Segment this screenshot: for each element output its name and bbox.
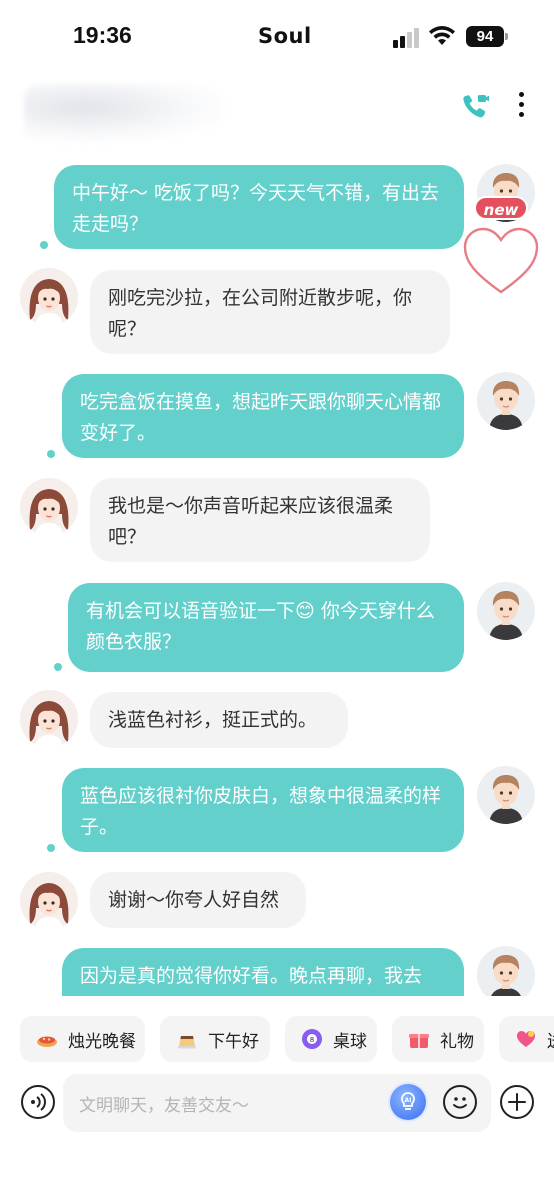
svg-text:AI: AI bbox=[405, 1097, 412, 1104]
status-time: 19:36 bbox=[73, 22, 132, 48]
chip-label: 送 bbox=[547, 1027, 554, 1052]
svg-text:8: 8 bbox=[310, 1036, 314, 1044]
chip-label: 桌球 bbox=[333, 1031, 367, 1052]
dinner-icon bbox=[36, 1028, 58, 1050]
contact-avatar[interactable] bbox=[20, 478, 78, 536]
message-input[interactable]: 文明聊天，友善交友～ bbox=[63, 1074, 491, 1132]
wifi-icon bbox=[429, 26, 455, 45]
chat-header bbox=[0, 72, 554, 142]
voice-input-button[interactable] bbox=[21, 1085, 55, 1119]
billiard-ball-icon: 8 bbox=[301, 1028, 323, 1050]
message-dot bbox=[40, 241, 48, 249]
message-input-bar: 文明聊天，友善交友～ AI bbox=[0, 1072, 554, 1134]
gift-icon bbox=[408, 1028, 430, 1050]
my-avatar[interactable] bbox=[477, 372, 535, 430]
new-badge: new bbox=[474, 196, 528, 220]
chip-candlelight-dinner[interactable]: 烛光晚餐 bbox=[20, 1016, 145, 1062]
ai-bulb-icon: AI bbox=[401, 1092, 415, 1110]
more-vertical-icon[interactable] bbox=[516, 92, 526, 122]
contact-avatar[interactable] bbox=[20, 690, 78, 748]
input-placeholder: 文明聊天，友善交友～ bbox=[79, 1096, 249, 1116]
chat-message-list[interactable]: 中午好～ 吃饭了吗？今天天气不错，有出去走走吗？ new 刚吃完沙拉，在公司附近… bbox=[0, 142, 554, 996]
pudding-icon bbox=[176, 1028, 198, 1050]
plus-button[interactable] bbox=[500, 1085, 534, 1119]
video-call-icon[interactable] bbox=[460, 92, 490, 122]
message-dot bbox=[47, 450, 55, 458]
message-dot bbox=[54, 663, 62, 671]
message-bubble[interactable]: 有机会可以语音验证一下😊 你今天穿什么颜色衣服？ bbox=[68, 583, 464, 672]
chip-billiards[interactable]: 8 桌球 bbox=[285, 1016, 377, 1062]
blurred-contact-name bbox=[24, 84, 224, 142]
sound-wave-icon bbox=[31, 1093, 46, 1111]
status-bar: 19:36 Soul 94 bbox=[0, 0, 554, 72]
plus-icon bbox=[508, 1093, 526, 1111]
message-bubble[interactable]: 谢谢～你夸人好自然 bbox=[90, 872, 306, 928]
quick-reply-chips[interactable]: 烛光晚餐 下午好 8 桌球 礼物 送 bbox=[20, 1016, 554, 1064]
smile-emoji: 😊 bbox=[295, 600, 315, 622]
my-avatar[interactable] bbox=[477, 766, 535, 824]
my-avatar[interactable] bbox=[477, 946, 535, 996]
message-bubble[interactable]: 蓝色应该很衬你皮肤白，想象中很温柔的样子。 bbox=[62, 768, 464, 852]
ai-assistant-button[interactable]: AI bbox=[390, 1084, 426, 1120]
contact-avatar[interactable] bbox=[20, 268, 78, 326]
message-bubble[interactable]: 中午好～ 吃饭了吗？今天天气不错，有出去走走吗？ bbox=[54, 165, 464, 249]
chip-gift[interactable]: 礼物 bbox=[392, 1016, 484, 1062]
chip-label: 礼物 bbox=[440, 1031, 474, 1052]
heart-gift-icon bbox=[515, 1028, 537, 1050]
message-bubble[interactable]: 刚吃完沙拉，在公司附近散步呢，你呢？ bbox=[90, 270, 450, 354]
message-dot bbox=[47, 844, 55, 852]
chip-label: 下午好 bbox=[208, 1031, 259, 1052]
smiley-icon bbox=[453, 1097, 467, 1109]
cellular-signal-icon bbox=[393, 28, 423, 48]
message-bubble[interactable]: 因为是真的觉得你好看。晚点再聊，我去 bbox=[62, 948, 464, 996]
chip-send[interactable]: 送 bbox=[499, 1016, 554, 1062]
emoji-button[interactable] bbox=[443, 1085, 477, 1119]
heart-outline-icon[interactable] bbox=[462, 226, 540, 296]
message-bubble[interactable]: 我也是～你声音听起来应该很温柔吧？ bbox=[90, 478, 430, 562]
my-avatar[interactable] bbox=[477, 582, 535, 640]
message-bubble[interactable]: 吃完盒饭在摸鱼，想起昨天跟你聊天心情都变好了。 bbox=[62, 374, 464, 458]
contact-avatar[interactable] bbox=[20, 872, 78, 930]
chip-good-afternoon[interactable]: 下午好 bbox=[160, 1016, 270, 1062]
battery-indicator: 94 bbox=[466, 26, 508, 47]
status-app-name: Soul bbox=[258, 24, 312, 48]
message-text: 有机会可以语音验证一下 bbox=[86, 600, 296, 622]
chip-label: 烛光晚餐 bbox=[68, 1031, 136, 1052]
message-bubble[interactable]: 浅蓝色衬衫，挺正式的。 bbox=[90, 692, 348, 748]
